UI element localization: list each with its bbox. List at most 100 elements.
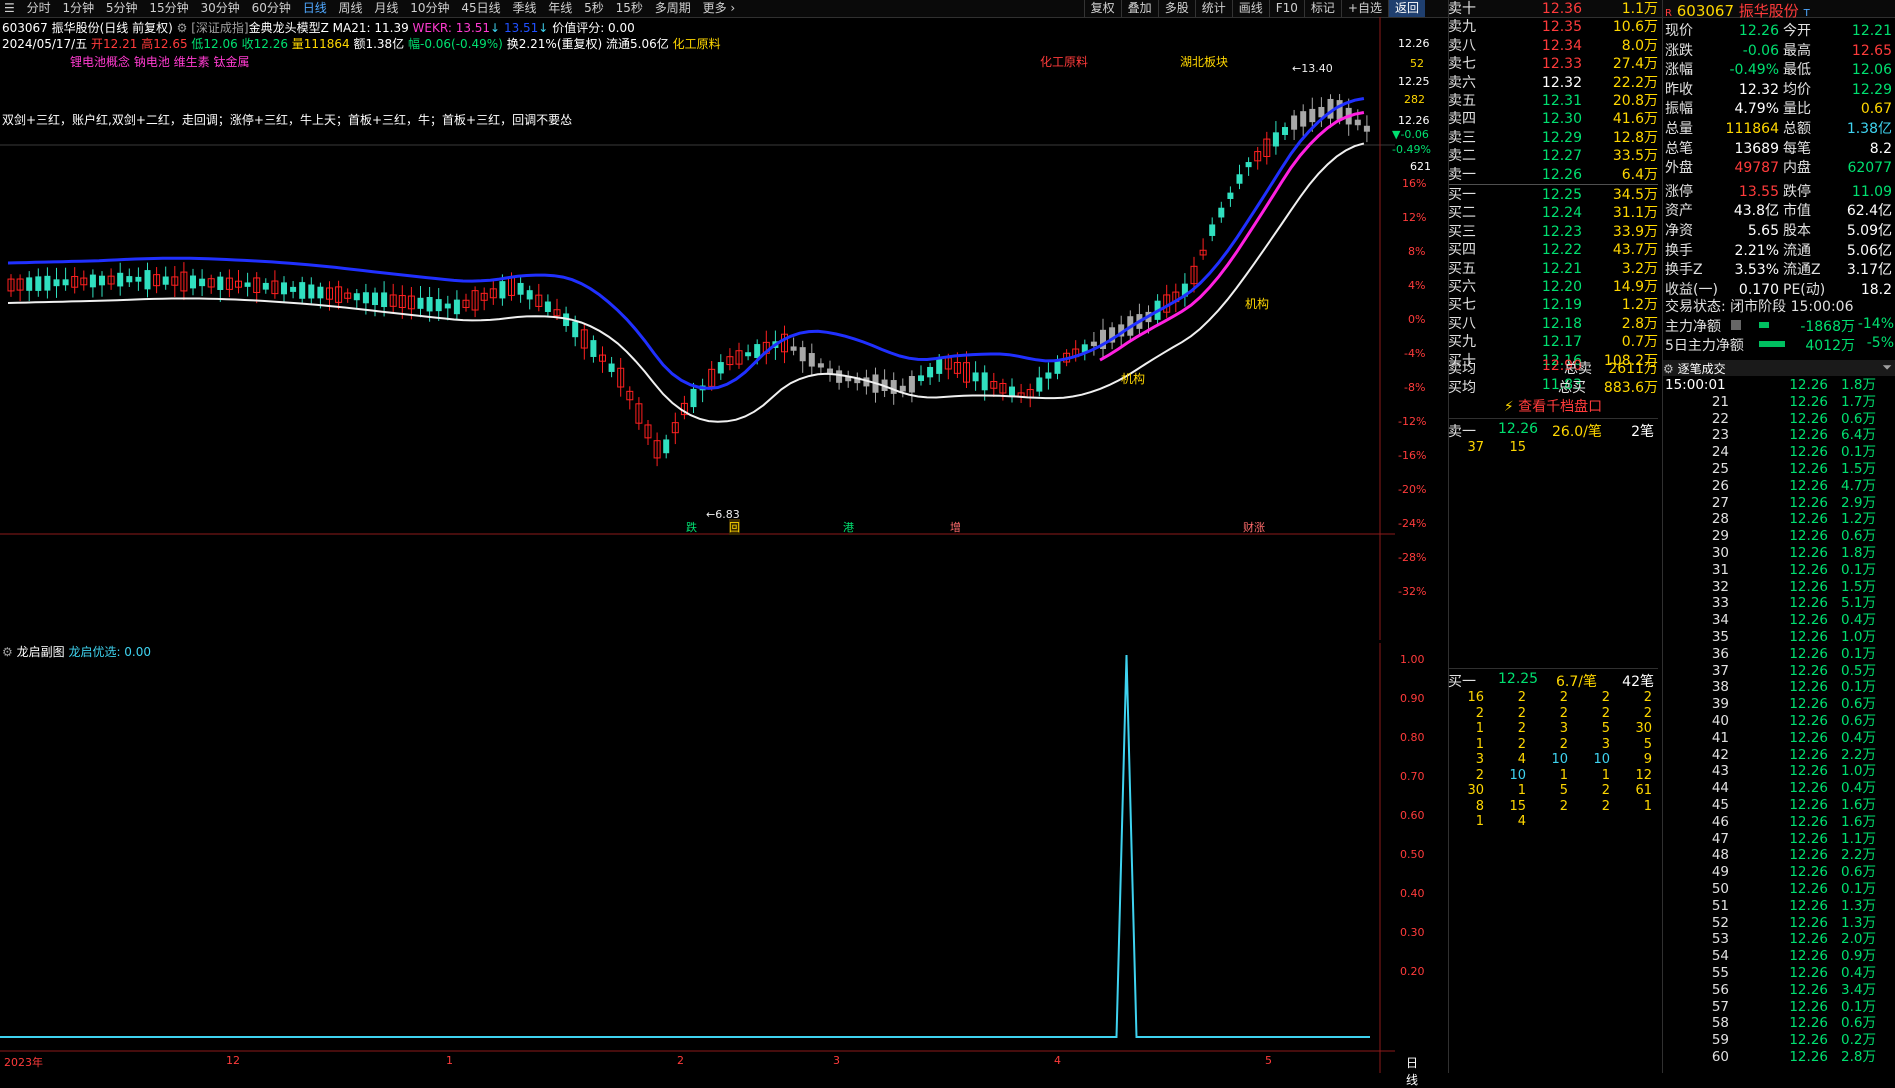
period-tab[interactable]: 月线	[370, 0, 402, 17]
event-mark[interactable]: 增	[950, 519, 961, 535]
period-tab[interactable]: 10分钟	[406, 0, 453, 17]
ask-row[interactable]: 卖八 12.34 8.0万	[1448, 37, 1658, 55]
period-tab[interactable]: 1分钟	[58, 0, 98, 17]
ask-row[interactable]: 卖六 12.32 22.2万	[1448, 74, 1658, 92]
event-mark[interactable]: 跌	[686, 519, 697, 535]
tick-time: 55	[1711, 965, 1729, 981]
candle-body	[1300, 111, 1307, 127]
quote-value: 5.65	[1747, 223, 1779, 239]
kline-main-chart[interactable]: 603067 振华股份(日线 前复权) ⚙ [深证成指]金典龙头模型Z MA21…	[0, 17, 1431, 640]
tool-multi[interactable]: 多股	[1157, 0, 1195, 17]
queue-item: 2	[1601, 783, 1610, 798]
tick-row: 58 12.26 0.6万	[1663, 1015, 1895, 1032]
queue-item: 2	[1601, 705, 1610, 721]
period-tab[interactable]: 季线	[508, 0, 540, 17]
bid-row[interactable]: 买二 12.24 31.1万	[1448, 204, 1658, 222]
period-tab-active[interactable]: 日线	[299, 0, 331, 17]
sector-label-2[interactable]: 湖北板块	[1180, 53, 1228, 70]
period-tab[interactable]: 45日线	[457, 0, 504, 17]
ask-row[interactable]: 卖五 12.31 20.8万	[1448, 92, 1658, 110]
queue-item: 3	[1601, 736, 1610, 752]
bid-row[interactable]: 买八 12.18 2.8万	[1448, 315, 1658, 333]
candle-body	[918, 375, 924, 382]
more-dropdown[interactable]: 更多 ›	[699, 0, 740, 17]
candle-body	[126, 276, 133, 283]
candle-body	[217, 276, 224, 290]
x-axis-label: 5	[1265, 1054, 1272, 1067]
quote-key: 资产	[1665, 203, 1693, 220]
period-tab[interactable]: 15分钟	[145, 0, 192, 17]
tick-list[interactable]: ⚙ 逐笔成交 ⏷ 15:00:01 12.26 1.8万 21 12.26 1.7万 22…	[1662, 360, 1895, 1073]
bid-row[interactable]: 买一 12.25 34.5万	[1448, 186, 1658, 204]
axis-vol: 282	[1404, 93, 1425, 106]
event-mark[interactable]: 港	[843, 519, 854, 535]
menu-icon[interactable]: ☰	[0, 0, 19, 17]
event-mark[interactable]: 回	[729, 519, 740, 535]
period-tab[interactable]: 周线	[335, 0, 367, 17]
tool-watchlist[interactable]: +自选	[1340, 0, 1388, 17]
back-button[interactable]: 返回	[1387, 0, 1425, 17]
sub-indicator-chart[interactable]: ⚙ 龙启副图 龙启优选: 0.00 1.00 0.90 0.80 0.70 0.…	[0, 643, 1425, 1087]
tool-fuquan[interactable]: 复权	[1083, 0, 1121, 17]
filter-icon[interactable]: ⏷	[1882, 360, 1892, 375]
quote-value: 62.4亿	[1846, 203, 1892, 220]
full-depth-link[interactable]: ⚡ 查看千档盘口	[1448, 396, 1658, 416]
sector-label-1[interactable]: 化工原料	[1040, 53, 1088, 70]
gear-icon[interactable]: ⚙	[1663, 362, 1674, 376]
ask-row[interactable]: 卖四 12.30 41.6万	[1448, 110, 1658, 128]
quote-row: 外盘 49787 内盘 62077	[1663, 159, 1895, 178]
quote-value: 13.55	[1738, 183, 1779, 200]
period-tab[interactable]: 60分钟	[248, 0, 295, 17]
ask-row[interactable]: 卖七 12.33 27.4万	[1448, 55, 1658, 73]
ask-price: 12.36	[1541, 1, 1582, 17]
candlestick-plot[interactable]	[0, 17, 1395, 640]
bid-price: 12.19	[1541, 297, 1582, 314]
candle-body	[526, 290, 533, 300]
tool-mark[interactable]: 标记	[1303, 0, 1341, 17]
x-axis-label: 3	[833, 1054, 840, 1067]
candle-body	[453, 299, 460, 315]
ask-row[interactable]: 卖十 12.36 1.1万	[1448, 0, 1658, 18]
bid-volume: 33.9万	[1612, 223, 1658, 240]
high-price-value: 13.40	[1301, 62, 1333, 75]
ask-level-label: 卖三	[1448, 129, 1476, 146]
bid-row[interactable]: 买三 12.23 33.9万	[1448, 223, 1658, 241]
tick-time: 45	[1711, 797, 1729, 813]
candle-body	[44, 275, 51, 291]
ask-row[interactable]: 卖九 12.35 10.6万	[1448, 18, 1658, 36]
tick-row: 55 12.26 0.4万	[1663, 965, 1895, 982]
queue-item: 4	[1517, 752, 1526, 767]
bid-volume: 34.5万	[1612, 187, 1658, 203]
period-tab[interactable]: 年线	[544, 0, 576, 17]
period-tab[interactable]: 30分钟	[196, 0, 243, 17]
bid-row[interactable]: 买九 12.17 0.7万	[1448, 333, 1658, 351]
period-tab[interactable]: 分时	[23, 0, 55, 17]
tick-row: 40 12.26 0.6万	[1663, 713, 1895, 730]
period-tab[interactable]: 5分钟	[102, 0, 142, 17]
tick-time: 23	[1711, 427, 1729, 444]
tool-overlay[interactable]: 叠加	[1120, 0, 1158, 17]
tool-f10[interactable]: F10	[1268, 0, 1304, 17]
tick-time: 43	[1711, 763, 1729, 780]
quote-value: 5.09亿	[1846, 223, 1892, 239]
event-mark[interactable]: 财涨	[1243, 519, 1265, 535]
period-tab[interactable]: 5秒	[580, 0, 608, 17]
quote-key: 现价	[1665, 23, 1693, 39]
tick-volume: 0.6万	[1841, 696, 1876, 713]
quote-value: -0.49%	[1729, 62, 1779, 79]
ask-row[interactable]: 卖三 12.29 12.8万	[1448, 129, 1658, 147]
period-tab[interactable]: 15秒	[612, 0, 647, 17]
tool-draw[interactable]: 画线	[1231, 0, 1269, 17]
period-tab[interactable]: 多周期	[651, 0, 695, 17]
tick-time: 35	[1711, 629, 1729, 645]
axis-pct-tick: 16%	[1402, 177, 1427, 190]
bid-row[interactable]: 买四 12.22 43.7万	[1448, 241, 1658, 259]
bid-row[interactable]: 买六 12.20 14.9万	[1448, 278, 1658, 296]
ask-row[interactable]: 卖一 12.26 6.4万	[1448, 166, 1658, 184]
bid-row[interactable]: 买七 12.19 1.2万	[1448, 296, 1658, 314]
ask-row[interactable]: 卖二 12.27 33.5万	[1448, 147, 1658, 165]
tool-stats[interactable]: 统计	[1194, 0, 1232, 17]
tick-volume: 1.0万	[1841, 763, 1876, 780]
bid-row[interactable]: 买五 12.21 3.2万	[1448, 260, 1658, 278]
quote-key: 股本	[1783, 223, 1811, 239]
